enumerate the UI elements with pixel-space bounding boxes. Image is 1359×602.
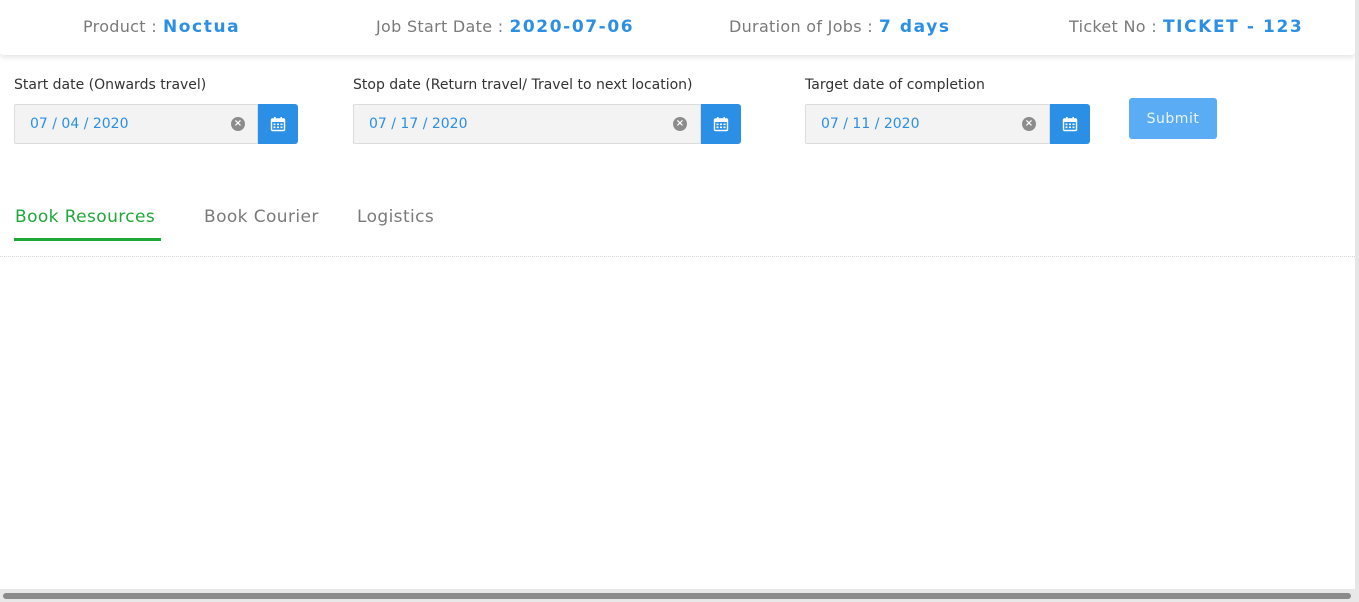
clear-icon[interactable]: × — [1022, 117, 1036, 131]
stop-date-label: Stop date (Return travel/ Travel to next… — [353, 77, 693, 93]
calendar-icon — [1062, 117, 1078, 132]
vertical-scrollbar[interactable] — [1355, 0, 1359, 602]
target-date-value: 07 / 11 / 2020 — [821, 116, 920, 132]
clear-icon[interactable]: × — [231, 117, 245, 131]
calendar-icon — [713, 117, 729, 132]
job-summary-header: Product : Noctua Job Start Date : 2020-07-… — [0, 0, 1355, 55]
job-start-value: 2020-07-06 — [509, 17, 635, 37]
active-tab-indicator — [14, 238, 161, 241]
horizontal-scrollbar[interactable] — [0, 589, 1359, 602]
tab-logistics[interactable]: Logistics — [357, 207, 434, 227]
start-date-value: 07 / 04 / 2020 — [30, 116, 129, 132]
stop-date-input[interactable]: 07 / 17 / 2020 × — [353, 104, 701, 144]
tab-divider — [0, 256, 1355, 257]
start-date-label: Start date (Onwards travel) — [14, 77, 207, 93]
submit-button[interactable]: Submit — [1129, 98, 1217, 139]
tab-book-courier[interactable]: Book Courier — [204, 207, 319, 227]
product-label: Product : — [83, 17, 157, 36]
target-date-calendar-button[interactable] — [1050, 104, 1090, 144]
stop-date-value: 07 / 17 / 2020 — [369, 116, 468, 132]
target-date-label: Target date of completion — [805, 77, 985, 93]
duration-info: Duration of Jobs : 7 days — [729, 17, 951, 37]
ticket-label: Ticket No : — [1069, 17, 1157, 36]
job-start-label: Job Start Date : — [376, 17, 504, 36]
product-info: Product : Noctua — [83, 17, 240, 37]
product-value: Noctua — [162, 17, 241, 37]
duration-label: Duration of Jobs : — [729, 17, 873, 36]
job-start-info: Job Start Date : 2020-07-06 — [376, 17, 634, 37]
stop-date-calendar-button[interactable] — [701, 104, 741, 144]
calendar-icon — [270, 117, 286, 132]
ticket-info: Ticket No : TICKET - 123 — [1069, 17, 1303, 37]
ticket-value: TICKET - 123 — [1162, 17, 1304, 37]
clear-icon[interactable]: × — [673, 117, 687, 131]
target-date-input[interactable]: 07 / 11 / 2020 × — [805, 104, 1050, 144]
start-date-input[interactable]: 07 / 04 / 2020 × — [14, 104, 258, 144]
scrollbar-thumb[interactable] — [3, 593, 1351, 599]
duration-value: 7 days — [878, 17, 951, 37]
tab-book-resources[interactable]: Book Resources — [15, 207, 155, 227]
start-date-calendar-button[interactable] — [258, 104, 298, 144]
